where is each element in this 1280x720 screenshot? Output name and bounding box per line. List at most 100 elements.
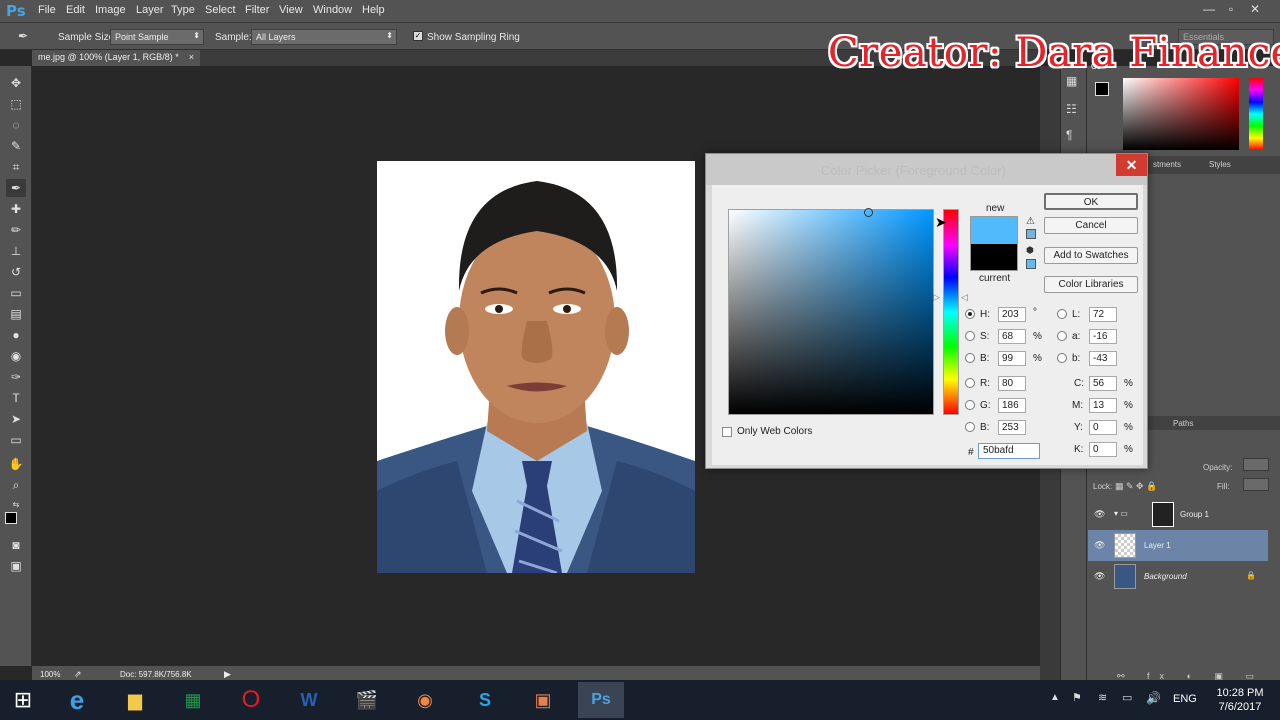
y-input[interactable]: 0 (1089, 420, 1117, 435)
menu-image[interactable]: Image (95, 4, 126, 16)
windows-start-icon[interactable]: ⊞ (0, 682, 46, 718)
eye-icon[interactable]: 👁 (1094, 509, 1105, 520)
paths-tab[interactable]: Paths (1173, 419, 1193, 428)
web-swatch[interactable] (1026, 259, 1036, 269)
hex-input[interactable]: 50bafd (978, 443, 1040, 459)
file-explorer-icon[interactable]: ▆ (112, 682, 158, 718)
blur-tool-icon[interactable]: ● (6, 326, 26, 344)
hue-pointer-right-icon[interactable]: ◁ (961, 292, 968, 303)
web-cube-icon[interactable]: ⬢ (1026, 245, 1034, 256)
pen-tool-icon[interactable]: ✑ (6, 368, 26, 386)
sample-dropdown[interactable]: All Layers ⬍ (251, 29, 397, 45)
hue-slider[interactable] (943, 209, 959, 415)
history-panel-icon[interactable]: ▦ (1066, 74, 1077, 88)
clone-stamp-tool-icon[interactable]: ⊥ (6, 242, 26, 260)
wifi-icon[interactable]: ≋ (1098, 691, 1107, 704)
menu-help[interactable]: Help (362, 4, 385, 16)
warning-icon[interactable]: ⚠ (1026, 216, 1035, 227)
taskbar-clock[interactable]: 10:28 PM 7/6/2017 (1208, 686, 1272, 714)
g-input[interactable]: 186 (998, 398, 1026, 413)
hue-pointer-left-icon[interactable]: ▷ (933, 292, 940, 303)
c-input[interactable]: 56 (1089, 376, 1117, 391)
menu-type[interactable]: Type (171, 4, 195, 16)
gradient-tool-icon[interactable]: ▤ (6, 305, 26, 323)
eyedropper-icon[interactable]: ✒ (18, 29, 28, 43)
screen-mode-icon[interactable]: ▣ (6, 557, 26, 575)
show-ring-checkbox[interactable]: ✓ (413, 31, 423, 41)
menu-layer[interactable]: Layer (136, 4, 164, 16)
layer-row[interactable]: 👁 Background 🔒 (1088, 561, 1268, 592)
language-indicator[interactable]: ENG (1173, 693, 1197, 705)
l-radio[interactable] (1057, 309, 1067, 319)
character-panel-icon[interactable]: ¶ (1066, 128, 1072, 142)
s-input[interactable]: 68 (998, 329, 1026, 344)
minimize-icon[interactable]: — (1200, 2, 1218, 18)
layer-row[interactable]: 👁 ▾ ▭ Group 1 (1088, 499, 1268, 530)
lock-icons[interactable]: ▦ ✎ ✥ 🔒 (1115, 481, 1157, 492)
adjustments-tab[interactable]: stments (1153, 160, 1181, 169)
dialog-titlebar[interactable]: Color Picker (Foreground Color) ✕ (706, 154, 1147, 185)
menu-edit[interactable]: Edit (66, 4, 85, 16)
opera-icon[interactable]: O (228, 682, 274, 718)
gamut-swatch[interactable] (1026, 229, 1036, 239)
zoom-level[interactable]: 100% (40, 670, 60, 679)
quick-mask-icon[interactable]: ◙ (6, 536, 26, 554)
ok-button[interactable]: OK (1044, 193, 1138, 210)
brightness-radio[interactable] (965, 353, 975, 363)
a-input[interactable]: -16 (1089, 329, 1117, 344)
foreground-color-swatch[interactable] (5, 512, 17, 524)
l-input[interactable]: 72 (1089, 307, 1117, 322)
video-editor-icon[interactable]: 🎬 (344, 682, 390, 718)
chrome-icon[interactable]: ◉ (402, 682, 448, 718)
opacity-input[interactable] (1243, 458, 1269, 471)
eraser-tool-icon[interactable]: ▭ (6, 284, 26, 302)
volume-icon[interactable]: 🔊 (1146, 691, 1161, 705)
crop-tool-icon[interactable]: ⌗ (6, 158, 26, 176)
internet-explorer-icon[interactable]: e (54, 682, 100, 718)
move-tool-icon[interactable]: ✥ (6, 74, 26, 92)
layer-row-selected[interactable]: 👁 Layer 1 (1088, 530, 1268, 561)
path-select-tool-icon[interactable]: ➤ (6, 410, 26, 428)
eyedropper-tool-icon[interactable]: ✒ (6, 179, 26, 197)
hand-tool-icon[interactable]: ✋ (6, 455, 26, 473)
brush-tool-icon[interactable]: ✏ (6, 221, 26, 239)
h-radio[interactable] (965, 309, 975, 319)
export-icon[interactable]: ⇗ (74, 669, 82, 680)
menu-view[interactable]: View (279, 4, 303, 16)
document-tab[interactable]: me.jpg @ 100% (Layer 1, RGB/8) * × (32, 50, 200, 66)
color-panel-field[interactable] (1123, 78, 1239, 150)
status-menu-arrow-icon[interactable]: ▶ (224, 669, 231, 680)
blue-radio[interactable] (965, 422, 975, 432)
photoshop-taskbar-icon[interactable]: Ps (578, 682, 624, 718)
marquee-tool-icon[interactable]: ⬚ (6, 95, 26, 113)
menu-file[interactable]: File (38, 4, 56, 16)
only-web-colors-checkbox[interactable] (722, 427, 732, 437)
dialog-close-button[interactable]: ✕ (1116, 154, 1147, 176)
menu-select[interactable]: Select (205, 4, 236, 16)
color-panel-hue[interactable] (1249, 78, 1263, 150)
m-input[interactable]: 13 (1089, 398, 1117, 413)
fg-swatch[interactable] (1095, 82, 1109, 96)
lasso-tool-icon[interactable]: ◌ (6, 116, 26, 134)
color-field-marker[interactable] (864, 208, 873, 217)
add-to-swatches-button[interactable]: Add to Swatches (1044, 247, 1138, 264)
network-icon[interactable]: ⚑ (1072, 691, 1082, 704)
eye-icon[interactable]: 👁 (1094, 571, 1105, 582)
shape-tool-icon[interactable]: ▭ (6, 431, 26, 449)
fill-input[interactable] (1243, 478, 1269, 491)
current-color-swatch[interactable] (971, 244, 1017, 270)
maximize-icon[interactable]: ▫ (1222, 2, 1240, 18)
word-icon[interactable]: W (286, 682, 332, 718)
skype-icon[interactable]: S (462, 682, 508, 718)
type-tool-icon[interactable]: T (6, 389, 26, 407)
close-icon[interactable]: ✕ (1246, 2, 1264, 18)
menu-window[interactable]: Window (313, 4, 352, 16)
show-hidden-icons-icon[interactable]: ▲ (1050, 692, 1060, 703)
excel-icon[interactable]: ▦ (170, 682, 216, 718)
battery-icon[interactable]: ▭ (1122, 691, 1132, 704)
g-radio[interactable] (965, 400, 975, 410)
lab-b-input[interactable]: -43 (1089, 351, 1117, 366)
h-input[interactable]: 203 (998, 307, 1026, 322)
properties-panel-icon[interactable]: ☷ (1066, 102, 1077, 116)
lab-b-radio[interactable] (1057, 353, 1067, 363)
